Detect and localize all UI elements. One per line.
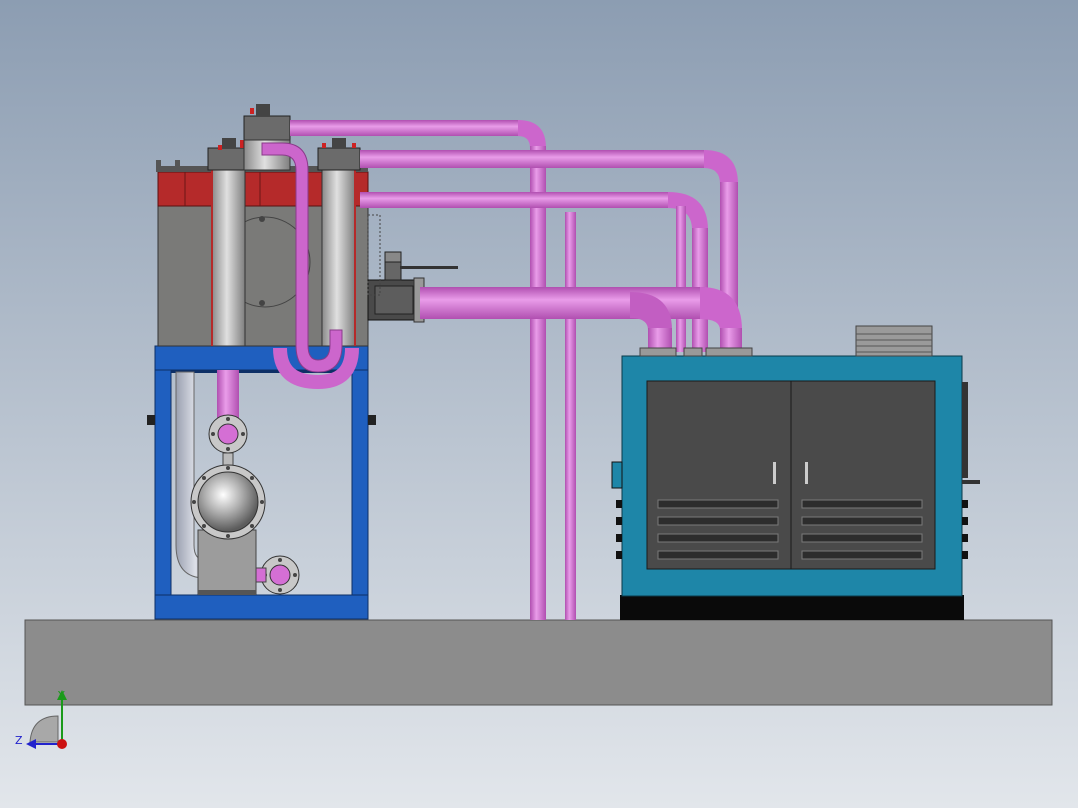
cabinet-side-latch bbox=[611, 461, 623, 489]
tank-post-left bbox=[156, 160, 161, 172]
stand-foot bbox=[198, 590, 256, 595]
cad-viewport[interactable]: Y Z bbox=[0, 0, 1078, 808]
skid-frame-leg-right bbox=[351, 369, 369, 596]
triad-origin bbox=[57, 739, 67, 749]
assembly-scene: Y Z bbox=[0, 0, 1078, 808]
filter-column-right bbox=[321, 167, 356, 347]
pipe-main-drop bbox=[720, 328, 742, 350]
skid-frame-leg-left bbox=[154, 369, 172, 596]
door-handle-right[interactable] bbox=[805, 462, 808, 484]
exchanger-stand bbox=[197, 529, 257, 595]
inlet-flange-bore bbox=[217, 423, 239, 445]
y-axis-label: Y bbox=[57, 689, 65, 702]
cabinet-base-rail bbox=[620, 595, 964, 620]
compressor-cabinet bbox=[611, 325, 980, 620]
exchanger-inlet-pipe bbox=[217, 370, 239, 420]
cabinet-collar-2 bbox=[705, 347, 753, 357]
pipe-drop-top bbox=[530, 146, 546, 620]
cabinet-side-strip bbox=[962, 382, 968, 478]
pipe-run-top bbox=[290, 120, 520, 136]
pipe-run-third bbox=[360, 192, 670, 208]
cabinet-collar-1 bbox=[639, 347, 677, 357]
door-handle-left[interactable] bbox=[773, 462, 776, 484]
cabinet-side-pin bbox=[962, 480, 980, 484]
outlet-neck bbox=[255, 567, 267, 583]
base-slab bbox=[24, 619, 1053, 706]
z-axis-label: Z bbox=[15, 734, 23, 747]
cabinet-fan-housing bbox=[855, 325, 933, 357]
frame-lug-left bbox=[147, 415, 155, 425]
pipe-drop-thin bbox=[565, 212, 576, 620]
tank-post-left2 bbox=[175, 160, 180, 172]
outlet-flange-bore bbox=[269, 564, 291, 586]
cabinet-collar-3 bbox=[683, 347, 703, 357]
pipe-run-second bbox=[360, 150, 706, 168]
filter-column-left bbox=[211, 167, 246, 347]
pipe-drop-third-b bbox=[676, 206, 686, 352]
pipe-branch-drop bbox=[648, 328, 672, 350]
frame-lug-right bbox=[368, 415, 376, 425]
skid-frame-bottom bbox=[154, 594, 369, 620]
exchanger-sphere bbox=[197, 471, 259, 533]
